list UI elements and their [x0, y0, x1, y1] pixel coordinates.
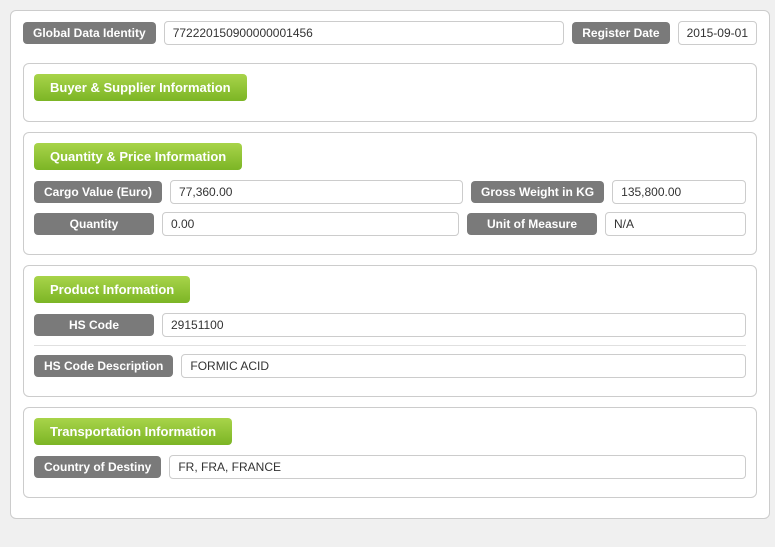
gross-weight-value: 135,800.00	[612, 180, 746, 204]
buyer-supplier-section: Buyer & Supplier Information	[23, 63, 757, 122]
unit-of-measure-label: Unit of Measure	[467, 213, 597, 235]
main-container: Global Data Identity 7722201509000000014…	[10, 10, 770, 519]
cargo-value-value: 77,360.00	[170, 180, 463, 204]
transportation-body: Country of Destiny FR, FRA, FRANCE	[24, 455, 756, 479]
global-data-identity-label: Global Data Identity	[23, 22, 156, 44]
quantity-price-body: Cargo Value (Euro) 77,360.00 Gross Weigh…	[24, 180, 756, 236]
quantity-label: Quantity	[34, 213, 154, 235]
buyer-supplier-header: Buyer & Supplier Information	[34, 74, 247, 101]
field-row-cargo: Cargo Value (Euro) 77,360.00 Gross Weigh…	[34, 180, 746, 204]
transportation-header: Transportation Information	[34, 418, 232, 445]
header-row: Global Data Identity 7722201509000000014…	[23, 21, 757, 53]
unit-of-measure-group: Unit of Measure N/A	[467, 212, 746, 236]
product-information-section: Product Information HS Code 29151100 HS …	[23, 265, 757, 397]
unit-of-measure-value: N/A	[605, 212, 746, 236]
field-row-quantity: Quantity 0.00 Unit of Measure N/A	[34, 212, 746, 236]
country-destiny-value: FR, FRA, FRANCE	[169, 455, 746, 479]
hs-code-description-label: HS Code Description	[34, 355, 173, 377]
global-data-identity-value: 772220150900000001456	[164, 21, 565, 45]
product-information-header: Product Information	[34, 276, 190, 303]
cargo-value-label: Cargo Value (Euro)	[34, 181, 162, 203]
country-destiny-label: Country of Destiny	[34, 456, 161, 478]
quantity-price-section: Quantity & Price Information Cargo Value…	[23, 132, 757, 255]
gross-weight-label: Gross Weight in KG	[471, 181, 604, 203]
hs-code-label: HS Code	[34, 314, 154, 336]
quantity-price-header: Quantity & Price Information	[34, 143, 242, 170]
register-date-value: 2015-09-01	[678, 21, 757, 45]
hs-code-value: 29151100	[162, 313, 746, 337]
quantity-value: 0.00	[162, 212, 459, 236]
field-row-hs-code: HS Code 29151100	[34, 313, 746, 337]
field-row-country-destiny: Country of Destiny FR, FRA, FRANCE	[34, 455, 746, 479]
register-date-label: Register Date	[572, 22, 669, 44]
product-information-body: HS Code 29151100 HS Code Description FOR…	[24, 313, 756, 378]
register-date-group: Register Date 2015-09-01	[572, 21, 757, 45]
gross-weight-group: Gross Weight in KG 135,800.00	[471, 180, 746, 204]
transportation-section: Transportation Information Country of De…	[23, 407, 757, 498]
hs-code-description-value: FORMIC ACID	[181, 354, 746, 378]
field-row-hs-description: HS Code Description FORMIC ACID	[34, 354, 746, 378]
product-divider	[34, 345, 746, 346]
